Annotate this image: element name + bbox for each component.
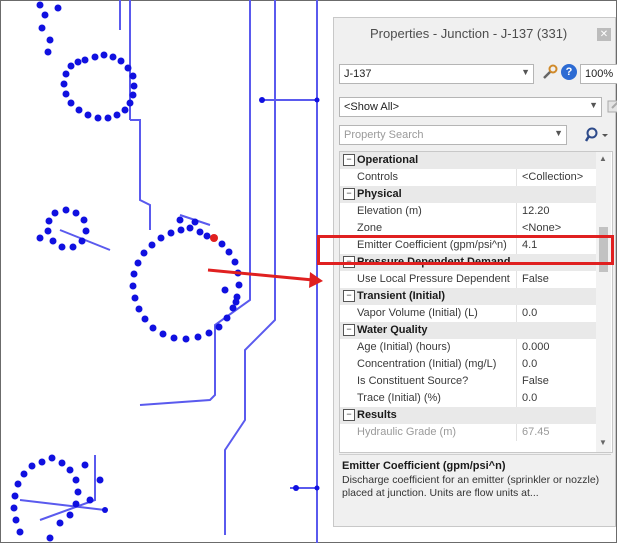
column-divider[interactable]: [516, 390, 517, 407]
property-row[interactable]: Trace (Initial) (%) 0.0: [340, 390, 596, 407]
property-name: Use Local Pressure Dependent: [357, 273, 510, 285]
column-divider[interactable]: [516, 203, 517, 220]
property-value[interactable]: 0.0: [522, 392, 537, 404]
properties-panel: Properties - Junction - J-137 (331) ✕ J-…: [333, 17, 617, 527]
node-ring-main: [129, 216, 243, 343]
column-divider[interactable]: [516, 373, 517, 390]
property-name: Zone: [357, 222, 383, 234]
property-name: Controls: [357, 171, 398, 183]
chevron-down-icon: ▼: [554, 128, 563, 138]
property-filter-value: <Show All>: [344, 101, 400, 113]
panel-title: Properties - Junction - J-137 (331): [370, 26, 568, 41]
close-icon[interactable]: ✕: [597, 28, 611, 41]
category-row[interactable]: − Transient (Initial): [340, 288, 596, 305]
category-row[interactable]: − Physical: [340, 186, 596, 203]
callout-arrow: [207, 268, 323, 288]
category-row[interactable]: − Operational: [340, 152, 596, 169]
property-search-input[interactable]: Property Search ▼: [339, 125, 567, 145]
description-body: Discharge coefficient for an emitter (sp…: [342, 474, 600, 499]
property-value[interactable]: <Collection>: [522, 171, 583, 183]
property-row[interactable]: Use Local Pressure Dependent False: [340, 271, 596, 288]
node-ring-top: [36, 1, 138, 122]
chevron-down-icon: ▼: [589, 100, 598, 110]
category-label: Transient (Initial): [357, 290, 446, 302]
property-search-placeholder: Property Search: [344, 129, 424, 141]
node-ring-small: [36, 206, 90, 251]
category-label: Physical: [357, 188, 402, 200]
junction-node: [293, 485, 299, 491]
property-row[interactable]: Hydraulic Grade (m) 67.45: [340, 424, 596, 441]
node-misc: [102, 97, 320, 513]
column-divider[interactable]: [516, 169, 517, 186]
collapse-icon[interactable]: −: [343, 154, 355, 166]
property-value[interactable]: False: [522, 375, 549, 387]
property-name: Is Constituent Source?: [357, 375, 469, 387]
collapse-icon[interactable]: −: [343, 409, 355, 421]
property-name: Elevation (m): [357, 205, 422, 217]
property-name: Age (Initial) (hours): [357, 341, 451, 353]
property-row[interactable]: Concentration (Initial) (mg/L) 0.0: [340, 356, 596, 373]
column-divider[interactable]: [516, 339, 517, 356]
pipe[interactable]: [130, 119, 151, 230]
grid-scrollbar[interactable]: ▲ ▼: [596, 152, 611, 452]
zoom-select[interactable]: 100% ▼: [580, 64, 617, 84]
element-select[interactable]: J-137 ▼: [339, 64, 534, 84]
property-value[interactable]: 0.0: [522, 358, 537, 370]
category-label: Operational: [357, 154, 419, 166]
property-filter-select[interactable]: <Show All> ▼: [339, 97, 602, 117]
callout-highlight-box: [317, 235, 614, 265]
collapse-icon[interactable]: −: [343, 290, 355, 302]
property-row[interactable]: Controls <Collection>: [340, 169, 596, 186]
property-row[interactable]: Age (Initial) (hours) 0.000: [340, 339, 596, 356]
property-value[interactable]: 0.0: [522, 307, 537, 319]
edit-filter-icon[interactable]: [606, 98, 617, 114]
property-value[interactable]: 0.000: [522, 341, 550, 353]
property-row[interactable]: Vapor Volume (Initial) (L) 0.0: [340, 305, 596, 322]
property-name: Vapor Volume (Initial) (L): [357, 307, 478, 319]
category-label: Water Quality: [357, 324, 428, 336]
selected-junction-node[interactable]: [210, 234, 218, 242]
property-row[interactable]: Elevation (m) 12.20: [340, 203, 596, 220]
property-name: Concentration (Initial) (mg/L): [357, 358, 497, 370]
search-icon[interactable]: [585, 126, 609, 144]
property-name: Hydraulic Grade (m): [357, 426, 457, 438]
property-value[interactable]: <None>: [522, 222, 561, 234]
collapse-icon[interactable]: −: [343, 188, 355, 200]
wrench-icon[interactable]: [541, 63, 559, 81]
panel-title-bar[interactable]: Properties - Junction - J-137 (331) ✕: [334, 18, 615, 48]
element-select-value: J-137: [344, 68, 372, 80]
property-value[interactable]: False: [522, 273, 549, 285]
property-value[interactable]: 67.45: [522, 426, 550, 438]
node-ring-bottom: [10, 454, 104, 542]
column-divider[interactable]: [516, 305, 517, 322]
scroll-up-icon[interactable]: ▲: [599, 154, 607, 163]
junction-node: [259, 97, 265, 103]
property-row[interactable]: Is Constituent Source? False: [340, 373, 596, 390]
junction-node: [102, 507, 108, 513]
category-row[interactable]: − Results: [340, 407, 596, 424]
zoom-select-value: 100%: [585, 68, 614, 80]
description-pane: Emitter Coefficient (gpm/psi^n) Discharg…: [339, 454, 611, 521]
category-row[interactable]: − Water Quality: [340, 322, 596, 339]
chevron-down-icon: ▼: [521, 67, 530, 77]
junction-node: [314, 485, 320, 491]
description-title: Emitter Coefficient (gpm/psi^n): [342, 460, 506, 472]
help-icon[interactable]: ?: [561, 64, 577, 80]
property-grid[interactable]: − Operational Controls <Collection> − Physica…: [339, 151, 613, 453]
column-divider[interactable]: [516, 271, 517, 288]
junction-node: [314, 97, 320, 103]
property-value[interactable]: 12.20: [522, 205, 550, 217]
property-name: Trace (Initial) (%): [357, 392, 441, 404]
collapse-icon[interactable]: −: [343, 324, 355, 336]
column-divider[interactable]: [516, 424, 517, 441]
scroll-down-icon[interactable]: ▼: [599, 438, 607, 447]
column-divider[interactable]: [516, 356, 517, 373]
category-label: Results: [357, 409, 397, 421]
